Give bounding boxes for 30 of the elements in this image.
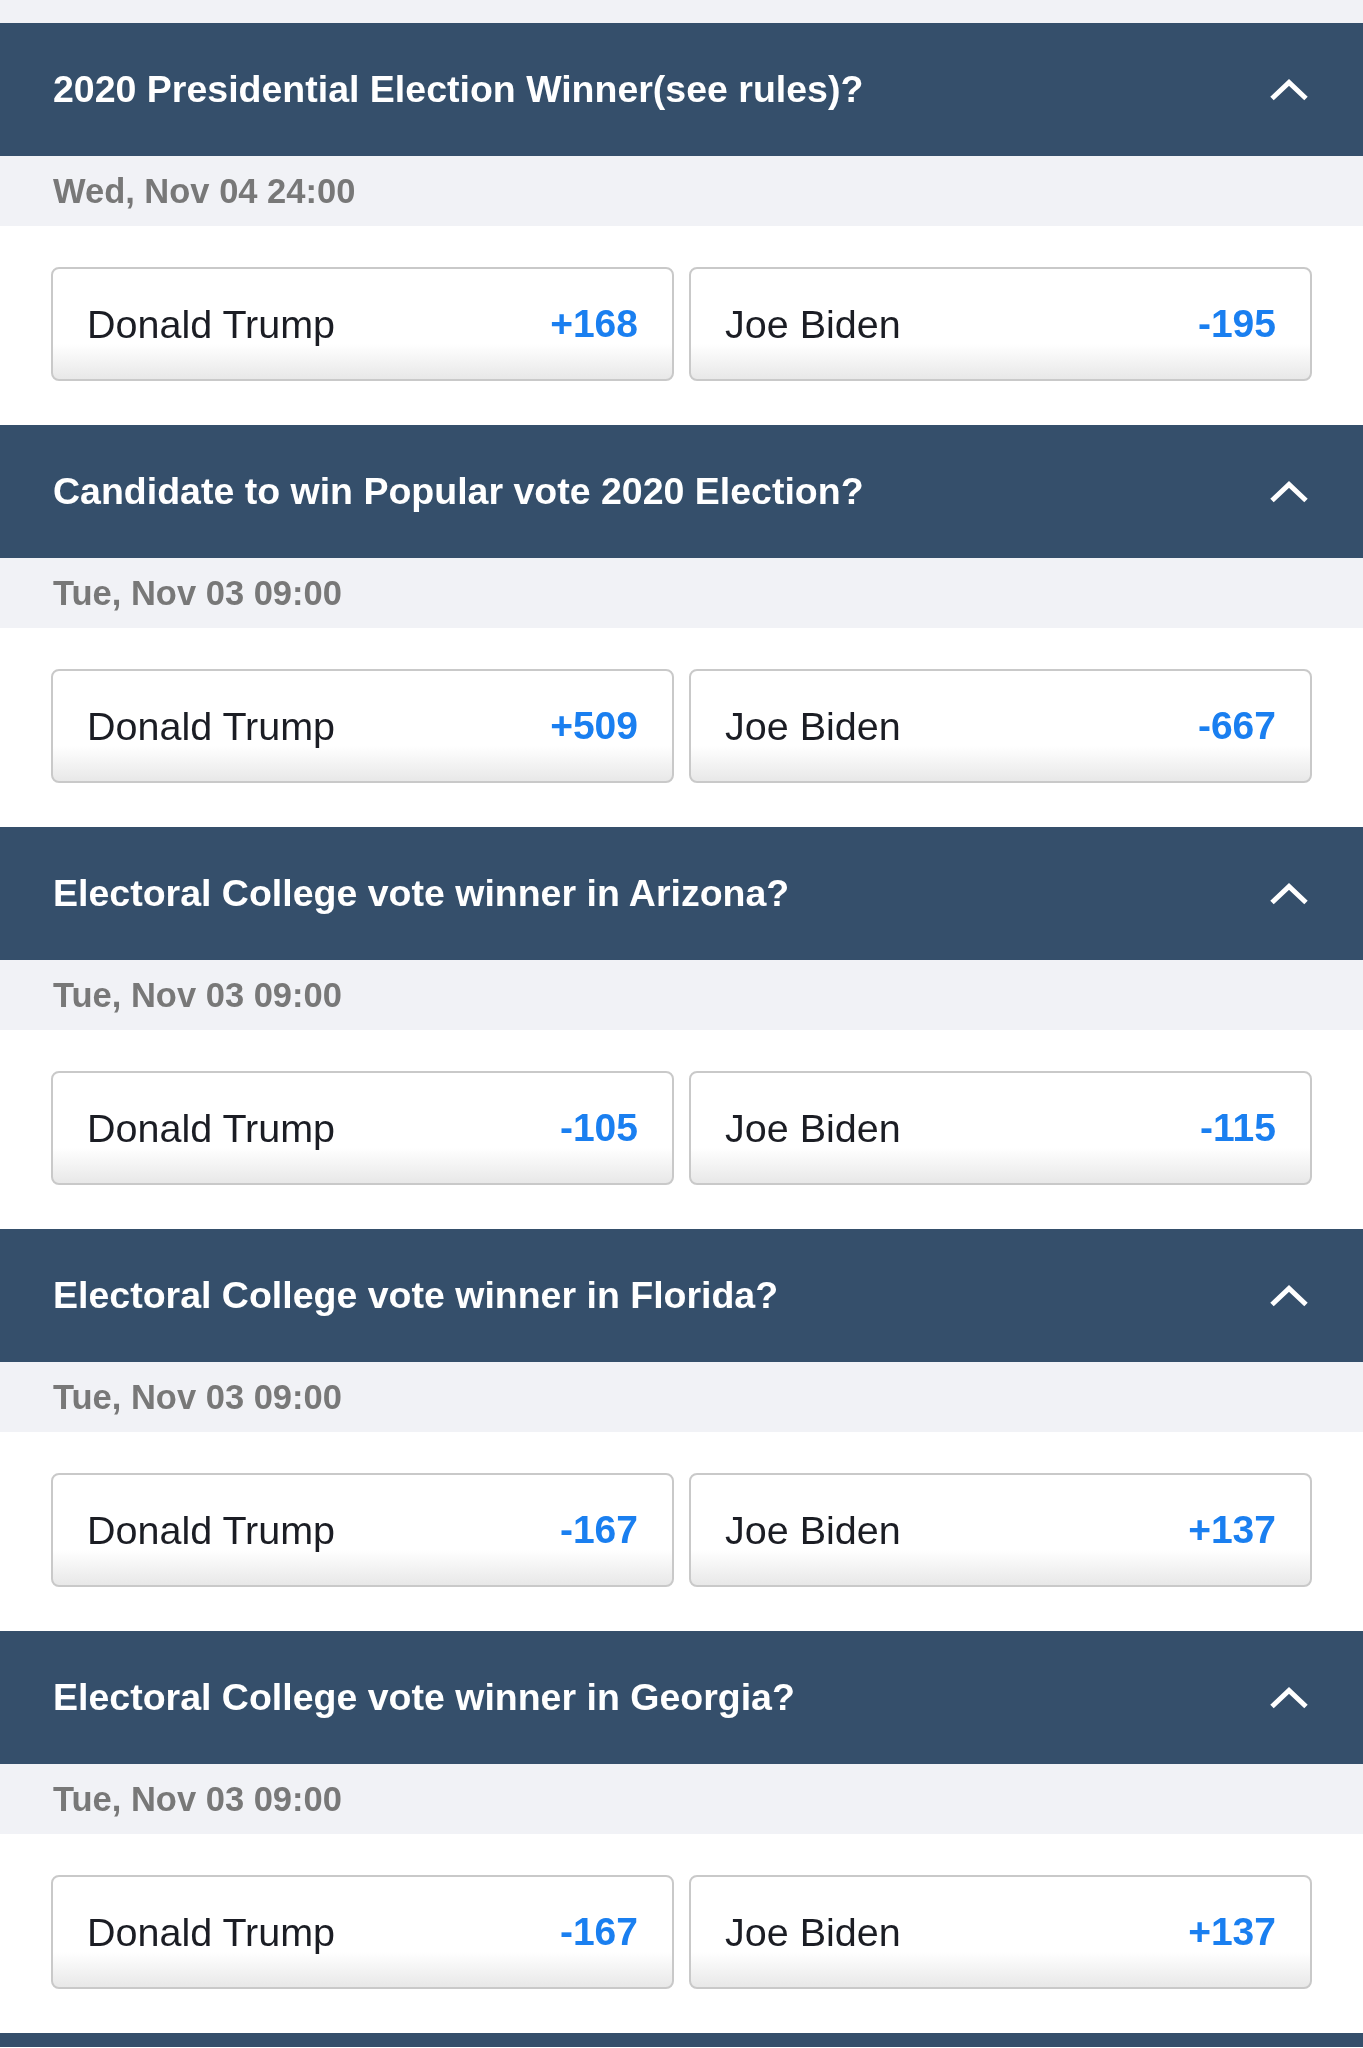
market-header[interactable]: Electoral College vote winner in Georgia?: [0, 1631, 1363, 1764]
market-date: Tue, Nov 03 09:00: [53, 1779, 342, 1819]
bet-option-button[interactable]: Joe Biden -195: [689, 267, 1312, 381]
chevron-up-icon[interactable]: [1269, 480, 1309, 503]
bet-option-button[interactable]: Joe Biden -667: [689, 669, 1312, 783]
chevron-up-icon[interactable]: [1269, 1284, 1309, 1307]
bet-option-button[interactable]: Joe Biden +137: [689, 1473, 1312, 1587]
market-title: 2020 Presidential Election Winner(see rules)?: [53, 68, 864, 111]
chevron-up-icon[interactable]: [1269, 882, 1309, 905]
market-header[interactable]: Candidate to win Popular vote 2020 Election?: [0, 425, 1363, 558]
market-title: Candidate to win Popular vote 2020 Election?: [53, 470, 864, 513]
bet-option-button[interactable]: Joe Biden +137: [689, 1875, 1312, 1989]
bet-option-button[interactable]: Joe Biden -115: [689, 1071, 1312, 1185]
market-header[interactable]: Electoral College vote winner in Arizona?: [0, 827, 1363, 960]
bet-option-button[interactable]: Donald Trump -167: [51, 1473, 674, 1587]
market-date: Tue, Nov 03 09:00: [53, 1377, 342, 1417]
chevron-up-icon[interactable]: [1269, 78, 1309, 101]
market-title: Electoral College vote winner in Georgia?: [53, 1676, 795, 1719]
market-date: Tue, Nov 03 09:00: [53, 975, 342, 1015]
bet-option-button[interactable]: Donald Trump -105: [51, 1071, 674, 1185]
market-header[interactable]: 2020 Presidential Election Winner(see rules)?: [0, 23, 1363, 156]
bet-option-button[interactable]: Donald Trump +509: [51, 669, 674, 783]
chevron-up-icon[interactable]: [1269, 1686, 1309, 1709]
market-title: Electoral College vote winner in Arizona?: [53, 872, 790, 915]
market-title: Electoral College vote winner in Florida?: [53, 1274, 779, 1317]
market-date: Tue, Nov 03 09:00: [53, 573, 342, 613]
bet-option-button[interactable]: Donald Trump -167: [51, 1875, 674, 1989]
market-header[interactable]: Electoral College vote winner in Florida?: [0, 1229, 1363, 1362]
bet-option-button[interactable]: Donald Trump +168: [51, 267, 674, 381]
market-date: Wed, Nov 04 24:00: [53, 171, 356, 211]
